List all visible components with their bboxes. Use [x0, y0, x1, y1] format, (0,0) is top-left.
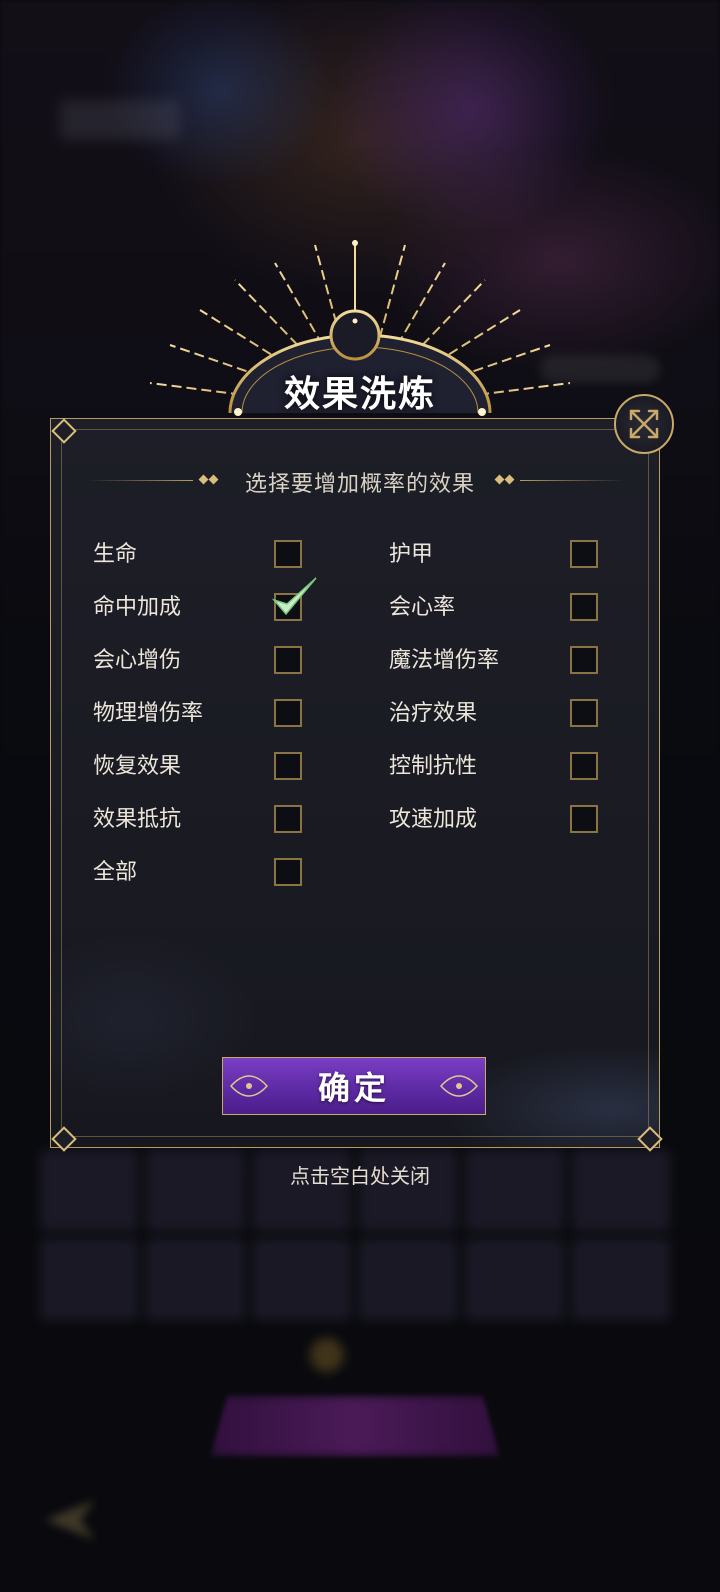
option-checkbox-all[interactable] [274, 858, 302, 886]
option-label-physical-damage: 物理增伤率 [93, 701, 204, 726]
close-button[interactable] [614, 394, 674, 454]
confirm-button[interactable]: 确定 [222, 1057, 486, 1115]
button-ornament-left [229, 1075, 269, 1097]
option-checkbox-magic-damage[interactable] [570, 646, 598, 674]
option-checkbox-control-resist[interactable] [570, 752, 598, 780]
option-label-crit-damage: 会心增伤 [93, 648, 182, 673]
option-checkbox-effect-resist[interactable] [274, 805, 302, 833]
option-label-crit-rate: 会心率 [389, 595, 456, 620]
option-checkbox-physical-damage[interactable] [274, 699, 302, 727]
option-label-control-resist: 控制抗性 [389, 754, 478, 779]
option-checkbox-life[interactable] [274, 540, 302, 568]
option-label-attack-speed: 攻速加成 [389, 807, 478, 832]
dialog-inner-border [61, 429, 649, 1137]
option-label-life: 生命 [93, 542, 138, 567]
option-checkbox-crit-damage[interactable] [274, 646, 302, 674]
option-label-hit-bonus: 命中加成 [93, 595, 182, 620]
subtitle-divider-right [520, 480, 625, 481]
option-label-armor: 护甲 [389, 542, 434, 567]
button-ornament-right [439, 1075, 479, 1097]
option-checkbox-armor[interactable] [570, 540, 598, 568]
dialog-subtitle: 选择要增加概率的效果 [244, 472, 475, 497]
option-label-recovery: 恢复效果 [93, 754, 182, 779]
option-checkbox-healing[interactable] [570, 699, 598, 727]
dismiss-hint: 点击空白处关闭 [290, 1164, 430, 1188]
close-icon [629, 409, 659, 439]
option-checkbox-attack-speed[interactable] [570, 805, 598, 833]
option-label-all: 全部 [93, 860, 138, 885]
option-label-healing: 治疗效果 [389, 701, 478, 726]
option-label-effect-resist: 效果抵抗 [93, 807, 182, 832]
checkmark-icon [271, 577, 317, 616]
confirm-button-label: 确定 [317, 1069, 390, 1107]
dialog-title: 效果洗炼 [283, 373, 436, 415]
effect-refine-dialog [50, 418, 660, 1148]
option-checkbox-recovery[interactable] [274, 752, 302, 780]
option-label-magic-damage: 魔法增伤率 [389, 648, 500, 673]
option-checkbox-crit-rate[interactable] [570, 593, 598, 621]
